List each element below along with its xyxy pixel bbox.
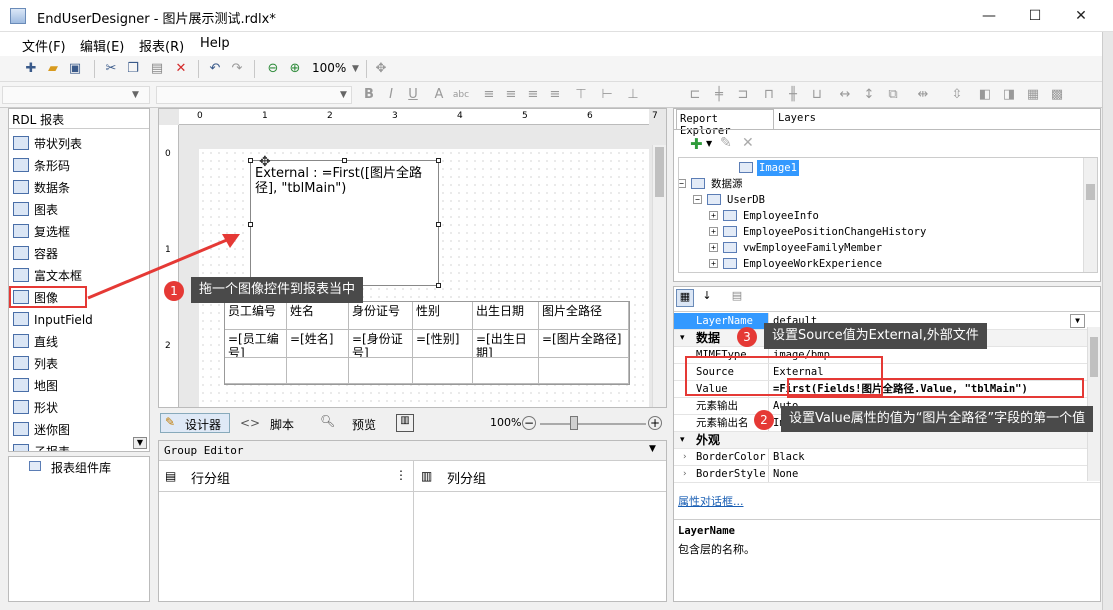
- callout-2-text: 设置Value属性的值为“图片全路径”字段的第一个值: [781, 406, 1094, 432]
- callout-3-text: 设置Source值为External,外部文件: [764, 323, 987, 349]
- highlight-image-tool: [9, 286, 87, 308]
- callout-2-number: 2: [754, 410, 774, 430]
- callout-3-number: 3: [737, 327, 757, 347]
- callout-1-text: 拖一个图像控件到报表当中: [191, 277, 364, 303]
- highlight-value-expression: [787, 378, 1084, 398]
- app-window: EndUserDesigner - 图片展示测试.rdlx* — ☐ ✕ 文件(…: [0, 0, 1113, 610]
- callout-1-number: 1: [164, 281, 184, 301]
- annotation-overlay: [87, 234, 240, 300]
